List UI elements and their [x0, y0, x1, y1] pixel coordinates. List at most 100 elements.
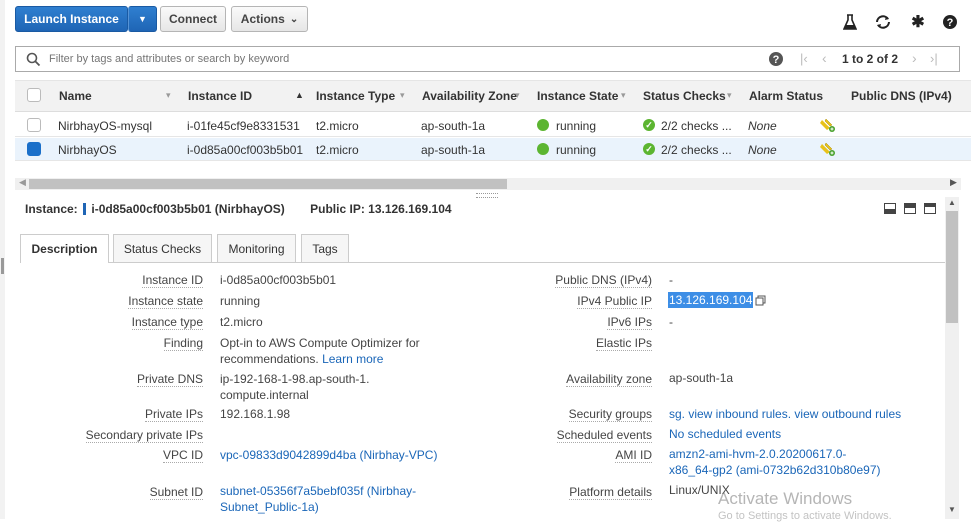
help-icon[interactable]: ? [940, 12, 960, 32]
column-header-availability-zone[interactable]: Availability Zone [422, 89, 517, 103]
value-ipv6-ips: - [669, 315, 673, 329]
instance-color-marker [83, 203, 87, 215]
column-header-public-dns[interactable]: Public DNS (IPv4) [851, 89, 952, 103]
label-private-ips: Private IPs [144, 407, 203, 422]
resize-handle[interactable] [476, 193, 498, 198]
row-checkbox[interactable] [27, 118, 41, 132]
scroll-down-icon[interactable]: ▼ [948, 505, 956, 514]
sort-icon[interactable]: ▾ [727, 90, 732, 101]
value-instance-type: t2.micro [220, 315, 263, 329]
subnet-id-link[interactable]: subnet-05356f7a5bebf035f (Nirbhay-Subnet… [220, 483, 420, 515]
ami-id-link[interactable]: amzn2-ami-hvm-2.0.20200617.0-x86_64-gp2 … [669, 446, 884, 478]
svg-text:?: ? [773, 54, 780, 66]
label-private-dns: Private DNS [136, 372, 203, 387]
tab-monitoring[interactable]: Monitoring [217, 234, 296, 262]
flask-icon[interactable] [840, 12, 860, 32]
panel-half-icon[interactable] [904, 203, 916, 214]
alarm-bell-icon[interactable] [820, 118, 836, 132]
row-instance-id: i-01fe45cf9e8331531 [187, 119, 300, 133]
column-header-status-checks[interactable]: Status Checks [643, 89, 726, 103]
first-page-icon[interactable]: |‹ [800, 51, 808, 66]
panel-bottom-icon[interactable] [884, 203, 896, 214]
sort-icon[interactable]: ▾ [515, 90, 520, 101]
refresh-icon[interactable] [873, 12, 893, 32]
label-subnet-id: Subnet ID [149, 485, 203, 500]
row-status-checks: 2/2 checks ... [661, 143, 732, 157]
connect-label: Connect [169, 12, 217, 26]
tab-active-underline [21, 262, 108, 263]
label-instance-type: Instance type [131, 315, 203, 330]
row-checkbox-checked[interactable] [27, 142, 41, 156]
value-finding: Opt-in to AWS Compute Optimizer for reco… [220, 335, 425, 367]
tab-description[interactable]: Description [20, 234, 109, 263]
check-icon: ✓ [643, 119, 655, 131]
launch-instance-button[interactable]: Launch Instance [15, 6, 128, 32]
value-instance-id: i-0d85a00cf003b5b01 [220, 273, 337, 287]
scroll-left-icon[interactable]: ◀ [19, 177, 26, 188]
prev-page-icon[interactable]: ‹ [822, 50, 827, 66]
pagination-text: 1 to 2 of 2 [842, 52, 899, 66]
running-status-icon [537, 119, 549, 131]
vertical-scrollbar[interactable]: ▲ ▼ [945, 197, 959, 519]
row-status-checks: 2/2 checks ... [661, 119, 732, 133]
table-row-selected[interactable]: NirbhayOS i-0d85a00cf003b5b01 t2.micro a… [15, 138, 971, 161]
watermark-title: Activate Windows [718, 489, 853, 508]
detail-instance-header: Instance: i-0d85a00cf003b5b01 (NirbhayOS… [25, 202, 452, 216]
last-page-icon[interactable]: ›| [930, 51, 938, 66]
row-instance-id: i-0d85a00cf003b5b01 [187, 143, 304, 157]
scheduled-events-link[interactable]: No scheduled events [669, 426, 781, 442]
column-header-name[interactable]: Name [59, 89, 92, 103]
value-public-dns: - [669, 273, 673, 287]
copy-icon[interactable] [755, 295, 766, 306]
value-instance-state: running [220, 294, 261, 308]
actions-button[interactable]: Actions ⌄ [231, 6, 308, 32]
public-ip-header: Public IP: 13.126.169.104 [310, 202, 452, 216]
column-header-instance-state[interactable]: Instance State [537, 89, 618, 103]
learn-more-link[interactable]: Learn more [322, 352, 383, 366]
value-ipv4-public-ip[interactable]: 13.126.169.104 [668, 292, 754, 308]
actions-label: Actions [240, 12, 285, 26]
chevron-down-icon: ▼ [138, 14, 147, 24]
sort-icon[interactable]: ▾ [621, 90, 626, 101]
label-platform-details: Platform details [569, 485, 652, 500]
search-input[interactable] [49, 50, 569, 68]
sort-icon[interactable]: ▾ [166, 90, 171, 101]
column-header-instance-type[interactable]: Instance Type [316, 89, 395, 103]
tab-label: Tags [312, 241, 338, 256]
security-groups-link[interactable]: sg. view inbound rules. view outbound ru… [669, 406, 901, 422]
panel-top-icon[interactable] [924, 203, 936, 214]
check-icon: ✓ [643, 143, 655, 155]
connect-button[interactable]: Connect [160, 6, 226, 32]
tab-divider [20, 262, 945, 263]
horizontal-scrollbar[interactable]: ◀ ▶ [15, 177, 961, 190]
sort-icon[interactable]: ▾ [400, 90, 405, 101]
table-row[interactable]: NirbhayOS-mysql i-01fe45cf9e8331531 t2.m… [15, 114, 971, 137]
scroll-up-icon[interactable]: ▲ [948, 198, 956, 207]
alarm-bell-icon[interactable] [820, 142, 836, 156]
label-public-dns: Public DNS (IPv4) [555, 273, 652, 288]
column-header-instance-id[interactable]: Instance ID [188, 89, 252, 103]
instance-title: i-0d85a00cf003b5b01 (NirbhayOS) [91, 202, 285, 216]
value-availability-zone: ap-south-1a [669, 371, 734, 385]
vpc-id-link[interactable]: vpc-09833d9042899d4ba (Nirbhay-VPC) [220, 447, 437, 463]
next-page-icon[interactable]: › [912, 50, 917, 66]
scrollbar-thumb[interactable] [29, 179, 507, 189]
tab-status-checks[interactable]: Status Checks [113, 234, 212, 262]
gear-icon[interactable]: ✱ [908, 12, 928, 32]
tab-label: Description [31, 242, 98, 256]
scrollbar-thumb[interactable] [946, 211, 958, 323]
tab-tags[interactable]: Tags [301, 234, 349, 262]
scroll-right-icon[interactable]: ▶ [950, 177, 957, 188]
row-instance-type: t2.micro [316, 143, 359, 157]
sort-asc-icon[interactable]: ▲ [295, 90, 304, 100]
label-instance-id: Instance ID [142, 273, 203, 288]
instance-prefix: Instance: [25, 202, 78, 216]
select-all-checkbox[interactable] [27, 88, 41, 102]
tab-label: Status Checks [123, 241, 202, 256]
column-header-alarm-status[interactable]: Alarm Status [749, 89, 823, 103]
label-vpc-id: VPC ID [162, 448, 203, 463]
value-private-ips: 192.168.1.98 [220, 407, 291, 421]
help-icon[interactable]: ? [768, 51, 784, 67]
launch-dropdown-button[interactable]: ▼ [128, 6, 157, 32]
watermark-subtitle: Go to Settings to activate Windows. [718, 510, 892, 522]
